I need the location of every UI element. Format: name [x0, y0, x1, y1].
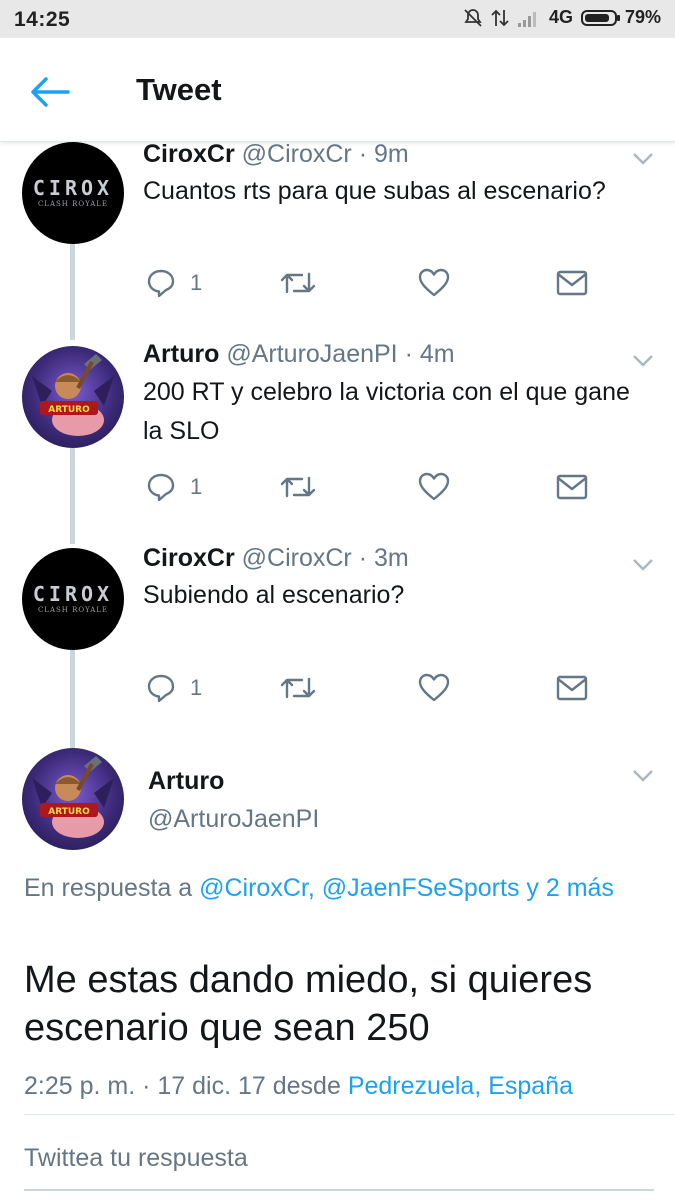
chevron-down-icon[interactable] [632, 354, 654, 368]
avatar-logo-text: CIROX [32, 176, 114, 200]
mention-link[interactable]: @CiroxCr, [199, 874, 315, 902]
avatar-logo-text: ARTURO [48, 405, 90, 415]
tweet-text: 200 RT y celebro la victoria con el que … [143, 378, 630, 445]
direct-message-icon [556, 474, 588, 500]
tweet-header: Arturo @ArturoJaenPI · 4m [143, 340, 455, 369]
app-header: Tweet [0, 38, 675, 142]
in-reply-prefix: En respuesta a [24, 874, 193, 902]
direct-message-icon [556, 675, 588, 701]
tweet-header: CiroxCr @CiroxCr · 9m [143, 142, 409, 169]
like-button[interactable] [418, 472, 450, 502]
retweet-icon [280, 272, 316, 294]
divider [24, 1114, 675, 1115]
reply-count: 1 [190, 474, 203, 499]
direct-message-button[interactable] [556, 474, 588, 500]
status-time: 14:25 [14, 8, 71, 31]
direct-message-button[interactable] [556, 675, 588, 701]
tweet-header: CiroxCr @CiroxCr · 3m [143, 544, 409, 573]
back-arrow-icon[interactable] [28, 70, 72, 114]
retweet-button[interactable] [280, 268, 316, 298]
reply-button[interactable]: 1 [146, 472, 202, 502]
mention-link[interactable]: @JaenFSeSports [322, 874, 520, 902]
author-name[interactable]: CiroxCr [143, 544, 235, 572]
conversation-thread: CIROX CLASH ROYALE CiroxCr @CiroxCr · 9m… [0, 142, 675, 1200]
reply-icon [147, 269, 175, 298]
tweet-timestamp[interactable]: 2:25 p. m. · 17 dic. 17 [24, 1072, 266, 1100]
thread-connector [70, 448, 75, 544]
author-handle[interactable]: @ArturoJaenPI [226, 340, 397, 368]
tweet-meta: 2:25 p. m. · 17 dic. 17 desde Pedrezuela… [24, 1072, 573, 1101]
avatar-character-illustration: ARTURO [32, 354, 114, 436]
author-handle[interactable]: @CiroxCr [242, 544, 352, 572]
battery-indicator: 79% [580, 7, 661, 28]
avatar[interactable]: ARTURO [22, 748, 124, 850]
avatar[interactable]: CIROX CLASH ROYALE [22, 142, 124, 244]
more-mentions-link[interactable]: y 2 más [526, 874, 614, 902]
reply-button[interactable]: 1 [146, 673, 202, 703]
battery-level: 79% [624, 7, 661, 27]
status-icons: 4G 79% [463, 7, 661, 28]
direct-message-icon [556, 270, 588, 296]
in-reply-to: En respuesta a @CiroxCr, @JaenFSeSports … [24, 870, 634, 907]
location-link[interactable]: Pedrezuela, España [348, 1072, 573, 1100]
tweet-text: Cuantos rts para que subas al escenario? [143, 177, 606, 205]
tweet-time[interactable]: 3m [374, 544, 409, 572]
data-transfer-icon [491, 9, 509, 26]
author-handle[interactable]: @ArturoJaenPI [148, 805, 319, 834]
retweet-icon [280, 677, 316, 699]
tweet-time[interactable]: 4m [420, 340, 455, 368]
chevron-down-icon[interactable] [632, 769, 654, 783]
thread-connector [70, 244, 75, 340]
like-icon [418, 268, 450, 297]
retweet-button[interactable] [280, 673, 316, 703]
tweet-text: Subiendo al escenario? [143, 581, 405, 609]
page-title: Tweet [136, 72, 222, 107]
network-type: 4G [548, 7, 573, 27]
author-name[interactable]: Arturo [143, 340, 219, 368]
avatar-logo-text: CIROX [32, 582, 114, 606]
tweet-text: Me estas dando miedo, si quieres escenar… [24, 959, 593, 1049]
like-button[interactable] [418, 268, 450, 298]
reply-input[interactable]: Twittea tu respuesta [24, 1144, 654, 1173]
battery-icon [580, 9, 620, 26]
separator: · [358, 142, 368, 168]
reply-count: 1 [190, 675, 203, 700]
avatar-character-illustration: ARTURO [32, 756, 114, 838]
author-name[interactable]: Arturo [148, 767, 224, 796]
mute-icon [464, 8, 482, 27]
chevron-down-icon[interactable] [632, 152, 654, 166]
like-icon [418, 472, 450, 501]
signal-icon [517, 11, 536, 27]
reply-input-underline [24, 1189, 654, 1191]
reply-icon [147, 473, 175, 502]
reply-button[interactable]: 1 [146, 268, 202, 298]
avatar-logo-subtext: CLASH ROYALE [37, 606, 109, 614]
like-button[interactable] [418, 673, 450, 703]
like-icon [418, 673, 450, 702]
avatar-logo-subtext: CLASH ROYALE [37, 200, 109, 208]
avatar-logo-text: ARTURO [48, 807, 90, 817]
reply-count: 1 [190, 270, 203, 295]
direct-message-button[interactable] [556, 270, 588, 296]
avatar[interactable]: CIROX CLASH ROYALE [22, 548, 124, 650]
author-handle[interactable]: @CiroxCr [242, 142, 352, 168]
separator: · [358, 544, 368, 572]
separator: · [404, 340, 413, 368]
source-prefix: desde [272, 1072, 341, 1100]
avatar[interactable]: ARTURO [22, 346, 124, 448]
chevron-down-icon[interactable] [632, 558, 654, 572]
retweet-icon [280, 476, 316, 498]
thread-connector [70, 650, 75, 750]
author-name[interactable]: CiroxCr [143, 142, 235, 168]
status-bar: 14:25 4G 79% [0, 0, 675, 38]
tweet-time[interactable]: 9m [374, 142, 409, 168]
retweet-button[interactable] [280, 472, 316, 502]
reply-icon [147, 674, 175, 703]
